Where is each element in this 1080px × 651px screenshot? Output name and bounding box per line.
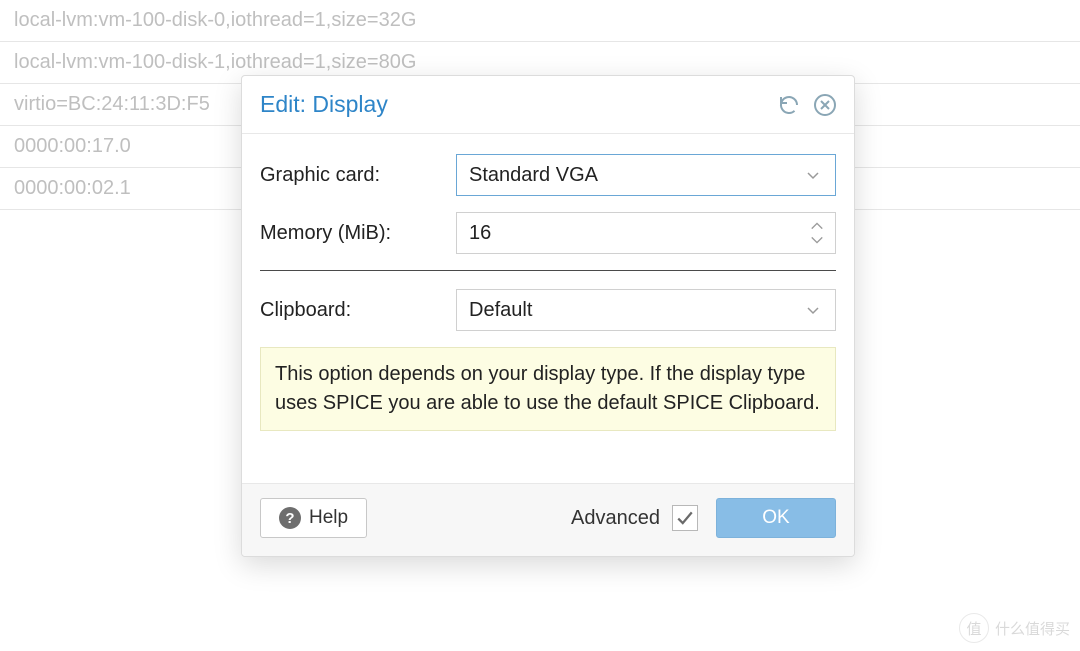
graphic-card-value: Standard VGA (469, 164, 598, 187)
chevron-down-icon (799, 290, 827, 330)
section-divider (260, 270, 836, 271)
dialog-footer: ? Help Advanced OK (242, 483, 854, 556)
watermark-text: 什么值得买 (995, 618, 1070, 639)
edit-display-dialog: Edit: Display Graphic card: Standard (241, 75, 855, 557)
advanced-checkbox[interactable] (672, 505, 698, 531)
help-button-label: Help (309, 507, 348, 529)
close-icon[interactable] (810, 90, 840, 120)
reset-icon[interactable] (774, 90, 804, 120)
memory-label: Memory (MiB): (260, 222, 456, 245)
dialog-title: Edit: Display (260, 91, 774, 118)
spinner-up-icon[interactable] (805, 219, 829, 233)
clipboard-value: Default (469, 299, 532, 322)
clipboard-label: Clipboard: (260, 299, 456, 322)
table-row: local-lvm:vm-100-disk-0,iothread=1,size=… (0, 0, 1080, 42)
advanced-label: Advanced (571, 507, 660, 530)
ok-button-label: OK (762, 507, 789, 529)
help-button[interactable]: ? Help (260, 498, 367, 538)
watermark-badge: 值 (959, 613, 989, 643)
dialog-body: Graphic card: Standard VGA Memory (MiB):… (242, 134, 854, 445)
watermark: 值 什么值得买 (959, 613, 1070, 643)
memory-spinner[interactable]: 16 (456, 212, 836, 254)
spinner-down-icon[interactable] (805, 233, 829, 247)
clipboard-select[interactable]: Default (456, 289, 836, 331)
clipboard-info-note: This option depends on your display type… (260, 347, 836, 431)
help-icon: ? (279, 507, 301, 529)
graphic-card-select[interactable]: Standard VGA (456, 154, 836, 196)
graphic-card-label: Graphic card: (260, 164, 456, 187)
chevron-down-icon (799, 155, 827, 195)
ok-button[interactable]: OK (716, 498, 836, 538)
memory-value: 16 (469, 222, 491, 245)
dialog-header: Edit: Display (242, 76, 854, 134)
